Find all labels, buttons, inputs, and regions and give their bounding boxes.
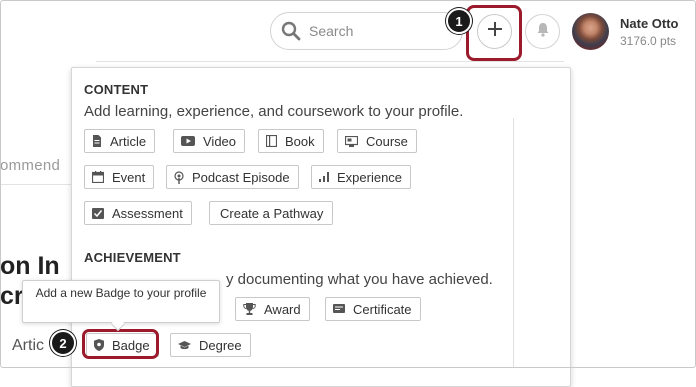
award-icon	[243, 303, 256, 315]
content-section-title: CONTENT	[84, 82, 149, 97]
experience-icon	[319, 172, 329, 182]
podcast-episode-label: Podcast Episode	[192, 169, 290, 185]
video-icon	[181, 136, 195, 146]
add-podcast-episode-button[interactable]: Podcast Episode	[166, 165, 299, 189]
add-certificate-button[interactable]: Certificate	[325, 297, 421, 321]
video-label: Video	[203, 133, 237, 149]
header-divider	[96, 61, 564, 62]
badge-button-highlight	[82, 329, 159, 359]
search-box[interactable]	[270, 12, 463, 50]
assessment-label: Assessment	[112, 205, 183, 221]
award-label: Award	[264, 301, 301, 317]
avatar[interactable]	[572, 13, 609, 50]
add-book-button[interactable]: Book	[258, 129, 324, 153]
event-icon	[92, 171, 104, 183]
recommend-tab-fragment[interactable]: ommend	[0, 157, 60, 174]
degree-label: Degree	[199, 337, 242, 353]
book-label: Book	[285, 133, 315, 149]
content-section-subtitle: Add learning, experience, and coursework…	[84, 103, 464, 120]
create-pathway-label: Create a Pathway	[220, 205, 324, 221]
experience-label: Experience	[337, 169, 403, 185]
background-divider	[0, 184, 72, 185]
add-course-button[interactable]: Course	[337, 129, 417, 153]
user-points: 3176.0 pts	[620, 34, 677, 48]
assessment-icon	[92, 207, 104, 219]
search-input[interactable]	[307, 22, 447, 40]
background-title-line2: cr	[0, 282, 24, 310]
panel-divider	[513, 118, 514, 368]
add-experience-button[interactable]: Experience	[311, 165, 412, 189]
degree-icon	[178, 340, 191, 350]
course-icon	[345, 135, 358, 147]
notifications-button[interactable]	[525, 14, 560, 49]
step-2-callout: 2	[50, 330, 76, 356]
search-icon	[281, 21, 301, 41]
podcast-icon	[174, 170, 184, 184]
background-article-fragment: Artic	[12, 337, 44, 354]
background-title-line1: on In	[0, 252, 60, 280]
add-video-button[interactable]: Video	[173, 129, 246, 153]
create-pathway-button[interactable]: Create a Pathway	[209, 201, 334, 225]
add-event-button[interactable]: Event	[84, 165, 155, 189]
add-button-highlight	[466, 5, 522, 61]
achievement-section-subtitle: y documenting what you have achieved.	[226, 271, 493, 288]
event-label: Event	[112, 169, 146, 185]
step-1-callout: 1	[446, 8, 472, 34]
badge-tooltip: Add a new Badge to your profile	[22, 280, 220, 323]
add-assessment-button[interactable]: Assessment	[84, 201, 192, 225]
article-label: Article	[110, 133, 147, 149]
badge-tooltip-text: Add a new Badge to your profile	[35, 286, 207, 300]
book-icon	[266, 135, 277, 147]
certificate-label: Certificate	[353, 301, 412, 317]
bell-icon	[536, 22, 550, 42]
article-icon	[92, 135, 102, 147]
course-label: Course	[366, 133, 408, 149]
add-degree-button[interactable]: Degree	[170, 333, 251, 357]
achievement-section-title: ACHIEVEMENT	[84, 250, 181, 265]
add-award-button[interactable]: Award	[235, 297, 310, 321]
certificate-icon	[333, 303, 345, 315]
user-name[interactable]: Nate Otto	[620, 16, 679, 31]
add-article-button[interactable]: Article	[84, 129, 156, 153]
